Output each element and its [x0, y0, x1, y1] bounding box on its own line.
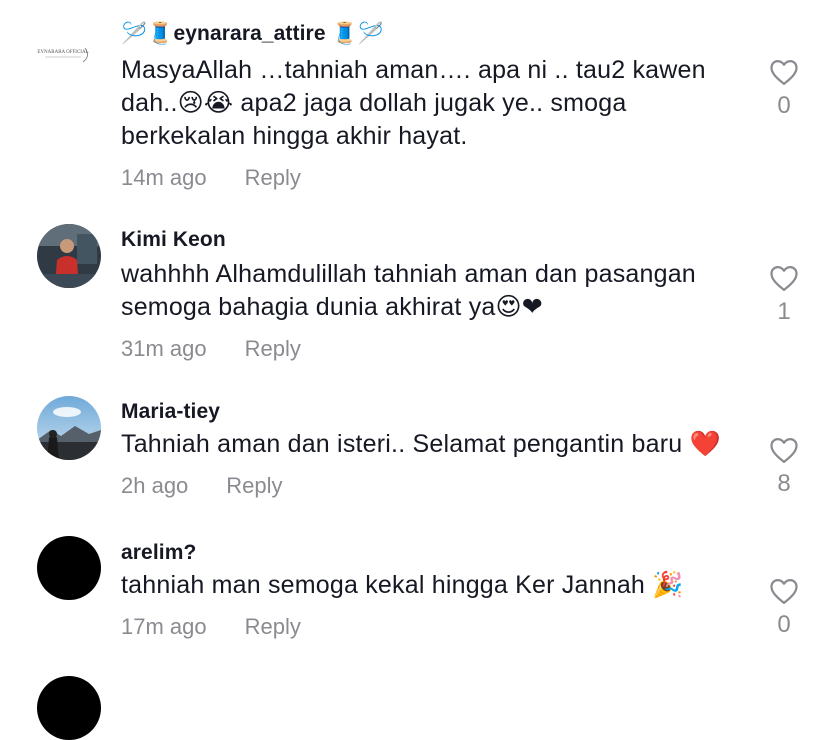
like-button[interactable]: 0: [764, 58, 804, 120]
heart-outline-icon[interactable]: [769, 436, 799, 464]
comment-line: semoga bahagia dunia akhirat ya😍❤: [121, 293, 543, 321]
heart-outline-icon[interactable]: [769, 577, 799, 605]
avatar-logo-text: EYNARARA OFFICIAL: [37, 50, 88, 55]
heart-outline-icon[interactable]: [769, 58, 799, 86]
like-count: 8: [777, 470, 791, 497]
heart-outline-icon[interactable]: [769, 264, 799, 292]
avatar[interactable]: EYNARARA OFFICIAL: [37, 22, 101, 86]
comment-username[interactable]: Kimi Keon: [121, 228, 226, 252]
reply-button[interactable]: Reply: [245, 336, 301, 361]
username-suffix-emoji: 🧵🪡: [331, 22, 385, 45]
comment-text: tahniah man semoga kekal hingga Ker Jann…: [121, 569, 741, 602]
comment-line: berkekalan hingga akhir hayat.: [121, 122, 468, 150]
avatar[interactable]: [37, 224, 101, 288]
comment-text: Tahniah aman dan isteri.. Selamat pengan…: [121, 428, 741, 461]
comment-meta: 31m ago Reply: [121, 336, 301, 362]
reply-button[interactable]: Reply: [226, 473, 282, 498]
comment-username[interactable]: Maria-tiey: [121, 400, 220, 424]
comment-line: tahniah man semoga kekal hingga Ker Jann…: [121, 571, 684, 599]
comment-meta: 2h ago Reply: [121, 473, 283, 499]
comment-line: MasyaAllah …tahniah aman…. apa ni .. tau…: [121, 56, 706, 84]
comment-time: 31m ago: [121, 336, 207, 361]
like-count: 0: [777, 611, 791, 638]
like-count: 0: [777, 92, 791, 119]
comment-text: wahhhh Alhamdulillah tahniah aman dan pa…: [121, 258, 741, 324]
comment-line: wahhhh Alhamdulillah tahniah aman dan pa…: [121, 260, 696, 288]
like-button[interactable]: 1: [764, 264, 804, 326]
username-text: eynarara_attire: [173, 22, 326, 45]
like-button[interactable]: 0: [764, 577, 804, 639]
comment-line: dah..😢😭 apa2 jaga dollah jugak ye.. smog…: [121, 89, 627, 117]
reply-button[interactable]: Reply: [245, 165, 301, 190]
avatar[interactable]: [37, 396, 101, 460]
comment-time: 17m ago: [121, 614, 207, 639]
comment-meta: 17m ago Reply: [121, 614, 301, 640]
reply-button[interactable]: Reply: [245, 614, 301, 639]
like-count: 1: [777, 298, 791, 325]
comment-text: MasyaAllah …tahniah aman…. apa ni .. tau…: [121, 54, 741, 153]
like-button[interactable]: 8: [764, 436, 804, 498]
avatar[interactable]: [37, 676, 101, 740]
comment-username[interactable]: 🪡🧵eynarara_attire 🧵🪡: [121, 22, 384, 46]
username-prefix-emoji: 🪡🧵: [121, 22, 174, 45]
comment-meta: 14m ago Reply: [121, 165, 301, 191]
comment-username[interactable]: arelim?: [121, 541, 196, 565]
avatar[interactable]: [37, 536, 101, 600]
comment-time: 14m ago: [121, 165, 207, 190]
comment-line: Tahniah aman dan isteri.. Selamat pengan…: [121, 430, 721, 458]
comment-time: 2h ago: [121, 473, 189, 498]
